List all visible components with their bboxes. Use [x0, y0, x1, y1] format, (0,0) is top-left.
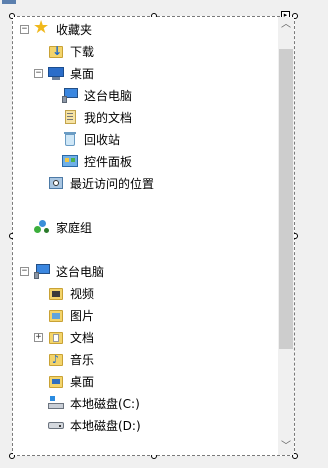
tree-node-desktop-folder[interactable]: 桌面 — [48, 370, 94, 392]
tree-node-label: 我的文档 — [84, 110, 133, 125]
desktop-icon — [48, 65, 64, 81]
tree-node-label: 回收站 — [84, 132, 121, 147]
tree-node-label: 这台电脑 — [84, 88, 133, 103]
control-panel-icon — [62, 153, 78, 169]
tree-node-music[interactable]: 音乐 — [48, 348, 94, 370]
recent-places-icon — [48, 175, 64, 191]
tree-node-label: 这台电脑 — [56, 264, 105, 279]
this-pc-icon — [34, 263, 50, 279]
collapse-toggle[interactable]: − — [20, 266, 29, 276]
tree-node-label: 本地磁盘(D:) — [70, 418, 141, 433]
local-disk-d-icon — [48, 417, 64, 433]
collapse-toggle[interactable]: − — [34, 68, 43, 78]
tree-node-label: 图片 — [70, 308, 95, 323]
tree-node-recent-places[interactable]: 最近访问的位置 — [48, 172, 154, 194]
tree-node-downloads[interactable]: 下载 — [48, 40, 94, 62]
local-disk-c-icon — [48, 395, 64, 411]
tree-node-local-disk-c[interactable]: 本地磁盘(C:) — [48, 392, 140, 414]
tree-node-videos[interactable]: 视频 — [48, 282, 94, 304]
tree-node-control-panel[interactable]: 控件面板 — [62, 150, 132, 172]
tree-node-recycle-bin[interactable]: 回收站 — [62, 128, 120, 150]
star-icon — [33, 17, 50, 38]
scroll-thumb[interactable] — [279, 49, 293, 349]
tree-node-label: 控件面板 — [84, 154, 133, 169]
tree-node-this-pc[interactable]: − 这台电脑 — [20, 260, 104, 282]
homegroup-icon — [34, 219, 50, 235]
tree-node-label: 音乐 — [70, 352, 95, 367]
tree-node-my-documents[interactable]: 我的文档 — [62, 106, 132, 128]
recycle-bin-icon — [62, 131, 78, 147]
this-pc-icon — [62, 87, 78, 103]
desktop-folder-icon — [48, 373, 64, 389]
tree-node-label: 桌面 — [70, 66, 95, 81]
tree-node-label: 本地磁盘(C:) — [70, 396, 140, 411]
tree-node-label: 文档 — [70, 330, 95, 345]
scroll-down-button[interactable]: ﹀ — [278, 439, 294, 455]
window-edge-mark — [2, 0, 16, 4]
tree-node-desktop[interactable]: − 桌面 — [34, 62, 94, 84]
top-strip — [0, 0, 328, 6]
tree-node-local-disk-d[interactable]: 本地磁盘(D:) — [48, 414, 141, 436]
tree-node-pictures[interactable]: 图片 — [48, 304, 94, 326]
vertical-scrollbar[interactable]: ︿ ﹀ — [278, 17, 294, 455]
tree-node-label: 桌面 — [70, 374, 95, 389]
tree-node-favorites[interactable]: − 收藏夹 — [20, 17, 93, 40]
tree-node-label: 最近访问的位置 — [70, 176, 155, 191]
music-folder-icon — [48, 351, 64, 367]
navigation-tree[interactable]: − 收藏夹 下载 − 桌面 这台电脑 我的文档 回收站 控件面板 最近访问的位置… — [13, 17, 278, 455]
tree-node-label: 下载 — [70, 44, 95, 59]
documents-folder-icon — [48, 329, 64, 345]
tree-node-label: 家庭组 — [56, 220, 93, 235]
scroll-up-button[interactable]: ︿ — [278, 17, 294, 33]
expand-toggle[interactable]: + — [34, 332, 43, 342]
downloads-folder-icon — [48, 43, 64, 59]
documents-icon — [62, 109, 78, 125]
videos-folder-icon — [48, 285, 64, 301]
tree-node-this-pc-shortcut[interactable]: 这台电脑 — [62, 84, 132, 106]
tree-node-documents[interactable]: + 文档 — [34, 326, 94, 348]
pictures-folder-icon — [48, 307, 64, 323]
tree-node-homegroup[interactable]: 家庭组 — [34, 216, 92, 238]
collapse-toggle[interactable]: − — [20, 24, 29, 34]
tree-node-label: 视频 — [70, 286, 95, 301]
tree-node-label: 收藏夹 — [56, 22, 93, 37]
